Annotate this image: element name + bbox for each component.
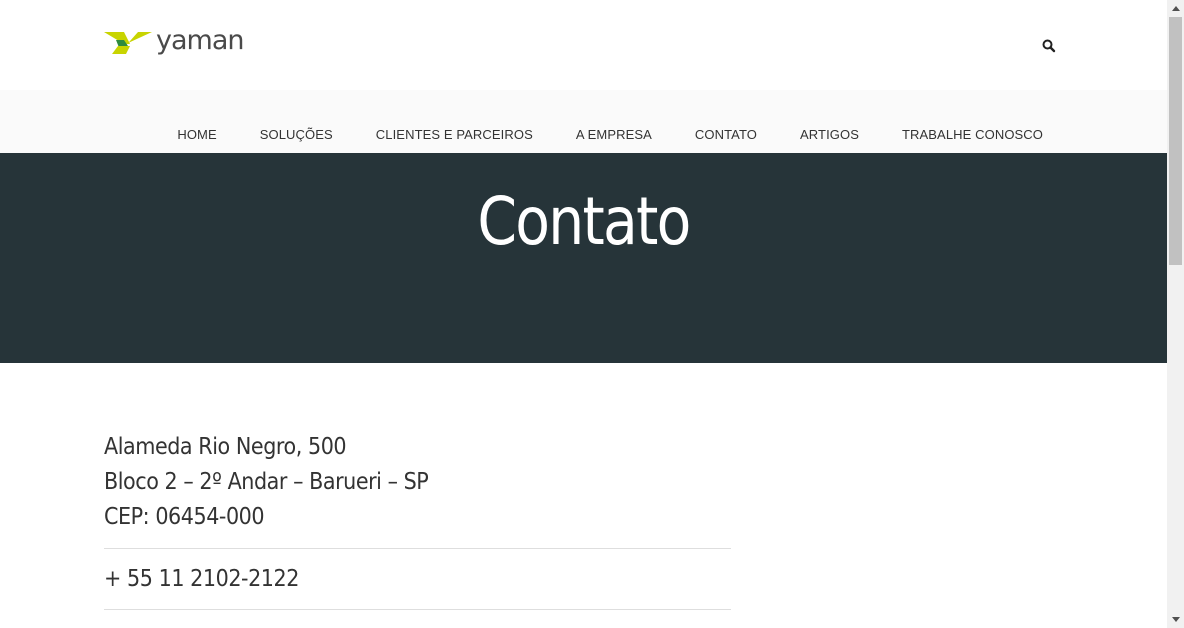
site-header: yaman bbox=[0, 0, 1167, 90]
scroll-up-arrow-icon[interactable] bbox=[1167, 0, 1184, 17]
nav-item-clientes-e-parceiros[interactable]: CLIENTES E PARCEIROS bbox=[376, 127, 533, 142]
address-line: Bloco 2 – 2º Andar – Barueri – SP bbox=[104, 469, 429, 495]
search-icon bbox=[1042, 39, 1056, 53]
nav-item-a-empresa[interactable]: A EMPRESA bbox=[576, 127, 652, 142]
nav-item-home[interactable]: HOME bbox=[177, 127, 216, 142]
logo-text: yaman bbox=[156, 24, 244, 56]
yaman-logo-icon bbox=[104, 32, 152, 54]
scrollbar-thumb[interactable] bbox=[1169, 17, 1182, 265]
phone-row: + 55 11 2102-2122 bbox=[104, 549, 731, 609]
page: yaman HOME SOLUÇÕES CLIENTES E PARCEIROS… bbox=[0, 0, 1167, 628]
phone-number: + 55 11 2102-2122 bbox=[104, 566, 299, 592]
nav-item-trabalhe-conosco[interactable]: TRABALHE CONOSCO bbox=[902, 127, 1043, 142]
nav-item-contato[interactable]: CONTATO bbox=[695, 127, 757, 142]
scroll-down-arrow-icon[interactable] bbox=[1167, 611, 1184, 628]
vertical-scrollbar[interactable] bbox=[1167, 0, 1184, 628]
logo[interactable]: yaman bbox=[104, 24, 244, 58]
address-block: Alameda Rio Negro, 500 Bloco 2 – 2º Anda… bbox=[104, 430, 731, 535]
search-button[interactable] bbox=[1040, 37, 1058, 55]
address-line: CEP: 06454-000 bbox=[104, 504, 265, 530]
nav-item-solucoes[interactable]: SOLUÇÕES bbox=[260, 127, 333, 142]
contact-info: Alameda Rio Negro, 500 Bloco 2 – 2º Anda… bbox=[104, 430, 731, 610]
address-line: Alameda Rio Negro, 500 bbox=[104, 434, 347, 460]
main-navigation: HOME SOLUÇÕES CLIENTES E PARCEIROS A EMP… bbox=[0, 90, 1167, 153]
nav-menu: HOME SOLUÇÕES CLIENTES E PARCEIROS A EMP… bbox=[177, 127, 1043, 142]
divider bbox=[104, 609, 731, 610]
page-title: Contato bbox=[477, 183, 691, 260]
nav-item-artigos[interactable]: ARTIGOS bbox=[800, 127, 859, 142]
page-hero: Contato bbox=[0, 153, 1167, 363]
